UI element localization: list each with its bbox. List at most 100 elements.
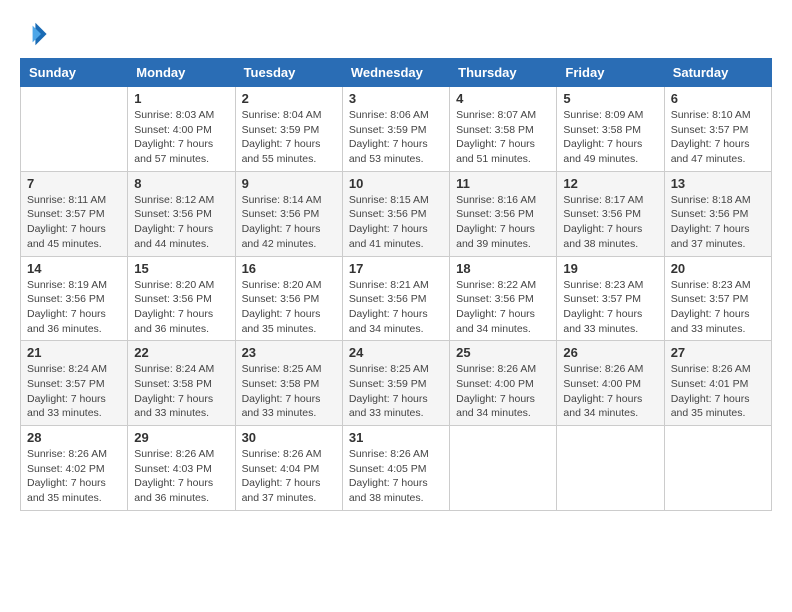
calendar-cell: 7 Sunrise: 8:11 AM Sunset: 3:57 PM Daylig… bbox=[21, 171, 128, 256]
day-header-wednesday: Wednesday bbox=[342, 59, 449, 87]
calendar-cell: 5 Sunrise: 8:09 AM Sunset: 3:58 PM Daylig… bbox=[557, 87, 664, 172]
calendar-week-row: 28 Sunrise: 8:26 AM Sunset: 4:02 PM Dayli… bbox=[21, 426, 772, 511]
day-number: 19 bbox=[563, 261, 657, 276]
page-header bbox=[20, 20, 772, 48]
day-info: Sunrise: 8:14 AM Sunset: 3:56 PM Dayligh… bbox=[242, 193, 336, 252]
day-number: 11 bbox=[456, 176, 550, 191]
day-number: 21 bbox=[27, 345, 121, 360]
calendar-cell: 26 Sunrise: 8:26 AM Sunset: 4:00 PM Dayli… bbox=[557, 341, 664, 426]
day-number: 10 bbox=[349, 176, 443, 191]
calendar-cell bbox=[450, 426, 557, 511]
calendar-week-row: 21 Sunrise: 8:24 AM Sunset: 3:57 PM Dayli… bbox=[21, 341, 772, 426]
day-number: 4 bbox=[456, 91, 550, 106]
calendar-cell: 17 Sunrise: 8:21 AM Sunset: 3:56 PM Dayli… bbox=[342, 256, 449, 341]
calendar-cell: 16Sunrise: 8:20 AM Sunset: 3:56 PM Dayli… bbox=[235, 256, 342, 341]
day-info: Sunrise: 8:07 AM Sunset: 3:58 PM Dayligh… bbox=[456, 108, 550, 167]
calendar-cell: 30 Sunrise: 8:26 AM Sunset: 4:04 PM Dayli… bbox=[235, 426, 342, 511]
calendar-cell: 22 Sunrise: 8:24 AM Sunset: 3:58 PM Dayli… bbox=[128, 341, 235, 426]
calendar-cell: 9Sunrise: 8:14 AM Sunset: 3:56 PM Daylig… bbox=[235, 171, 342, 256]
day-info: Sunrise: 8:20 AM Sunset: 3:56 PM Dayligh… bbox=[242, 278, 336, 337]
day-info: Sunrise: 8:12 AM Sunset: 3:56 PM Dayligh… bbox=[134, 193, 228, 252]
logo bbox=[20, 20, 52, 48]
calendar-cell: 19 Sunrise: 8:23 AM Sunset: 3:57 PM Dayli… bbox=[557, 256, 664, 341]
calendar-cell bbox=[557, 426, 664, 511]
day-info: Sunrise: 8:09 AM Sunset: 3:58 PM Dayligh… bbox=[563, 108, 657, 167]
day-info: Sunrise: 8:26 AM Sunset: 4:04 PM Dayligh… bbox=[242, 447, 336, 506]
day-info: Sunrise: 8:17 AM Sunset: 3:56 PM Dayligh… bbox=[563, 193, 657, 252]
day-info: Sunrise: 8:15 AM Sunset: 3:56 PM Dayligh… bbox=[349, 193, 443, 252]
day-number: 12 bbox=[563, 176, 657, 191]
day-header-saturday: Saturday bbox=[664, 59, 771, 87]
calendar-cell: 20Sunrise: 8:23 AM Sunset: 3:57 PM Dayli… bbox=[664, 256, 771, 341]
calendar-cell: 28 Sunrise: 8:26 AM Sunset: 4:02 PM Dayli… bbox=[21, 426, 128, 511]
logo-icon bbox=[20, 20, 48, 48]
day-number: 17 bbox=[349, 261, 443, 276]
calendar-cell bbox=[21, 87, 128, 172]
day-info: Sunrise: 8:18 AM Sunset: 3:56 PM Dayligh… bbox=[671, 193, 765, 252]
day-info: Sunrise: 8:26 AM Sunset: 4:01 PM Dayligh… bbox=[671, 362, 765, 421]
calendar-cell: 1 Sunrise: 8:03 AM Sunset: 4:00 PM Daylig… bbox=[128, 87, 235, 172]
day-info: Sunrise: 8:26 AM Sunset: 4:02 PM Dayligh… bbox=[27, 447, 121, 506]
calendar-table: SundayMondayTuesdayWednesdayThursdayFrid… bbox=[20, 58, 772, 511]
day-info: Sunrise: 8:25 AM Sunset: 3:58 PM Dayligh… bbox=[242, 362, 336, 421]
day-number: 6 bbox=[671, 91, 765, 106]
day-number: 18 bbox=[456, 261, 550, 276]
day-number: 14 bbox=[27, 261, 121, 276]
day-header-sunday: Sunday bbox=[21, 59, 128, 87]
day-number: 2 bbox=[242, 91, 336, 106]
day-info: Sunrise: 8:06 AM Sunset: 3:59 PM Dayligh… bbox=[349, 108, 443, 167]
calendar-cell: 8 Sunrise: 8:12 AM Sunset: 3:56 PM Daylig… bbox=[128, 171, 235, 256]
day-number: 7 bbox=[27, 176, 121, 191]
day-info: Sunrise: 8:03 AM Sunset: 4:00 PM Dayligh… bbox=[134, 108, 228, 167]
calendar-cell: 15Sunrise: 8:20 AM Sunset: 3:56 PM Dayli… bbox=[128, 256, 235, 341]
day-number: 28 bbox=[27, 430, 121, 445]
day-number: 15 bbox=[134, 261, 228, 276]
day-info: Sunrise: 8:21 AM Sunset: 3:56 PM Dayligh… bbox=[349, 278, 443, 337]
day-number: 31 bbox=[349, 430, 443, 445]
day-number: 1 bbox=[134, 91, 228, 106]
calendar-cell: 4 Sunrise: 8:07 AM Sunset: 3:58 PM Daylig… bbox=[450, 87, 557, 172]
calendar-cell: 13 Sunrise: 8:18 AM Sunset: 3:56 PM Dayli… bbox=[664, 171, 771, 256]
calendar-cell: 12 Sunrise: 8:17 AM Sunset: 3:56 PM Dayli… bbox=[557, 171, 664, 256]
day-header-monday: Monday bbox=[128, 59, 235, 87]
day-number: 30 bbox=[242, 430, 336, 445]
day-number: 22 bbox=[134, 345, 228, 360]
calendar-cell: 23 Sunrise: 8:25 AM Sunset: 3:58 PM Dayli… bbox=[235, 341, 342, 426]
day-header-friday: Friday bbox=[557, 59, 664, 87]
calendar-week-row: 1 Sunrise: 8:03 AM Sunset: 4:00 PM Daylig… bbox=[21, 87, 772, 172]
day-info: Sunrise: 8:04 AM Sunset: 3:59 PM Dayligh… bbox=[242, 108, 336, 167]
calendar-cell: 25Sunrise: 8:26 AM Sunset: 4:00 PM Dayli… bbox=[450, 341, 557, 426]
day-info: Sunrise: 8:22 AM Sunset: 3:56 PM Dayligh… bbox=[456, 278, 550, 337]
day-number: 26 bbox=[563, 345, 657, 360]
calendar-cell: 10 Sunrise: 8:15 AM Sunset: 3:56 PM Dayli… bbox=[342, 171, 449, 256]
day-number: 27 bbox=[671, 345, 765, 360]
calendar-week-row: 7 Sunrise: 8:11 AM Sunset: 3:57 PM Daylig… bbox=[21, 171, 772, 256]
day-number: 24 bbox=[349, 345, 443, 360]
calendar-cell: 24 Sunrise: 8:25 AM Sunset: 3:59 PM Dayli… bbox=[342, 341, 449, 426]
day-info: Sunrise: 8:26 AM Sunset: 4:00 PM Dayligh… bbox=[456, 362, 550, 421]
day-info: Sunrise: 8:11 AM Sunset: 3:57 PM Dayligh… bbox=[27, 193, 121, 252]
day-number: 5 bbox=[563, 91, 657, 106]
day-header-thursday: Thursday bbox=[450, 59, 557, 87]
calendar-cell: 2 Sunrise: 8:04 AM Sunset: 3:59 PM Daylig… bbox=[235, 87, 342, 172]
day-number: 8 bbox=[134, 176, 228, 191]
day-info: Sunrise: 8:24 AM Sunset: 3:58 PM Dayligh… bbox=[134, 362, 228, 421]
calendar-cell: 14Sunrise: 8:19 AM Sunset: 3:56 PM Dayli… bbox=[21, 256, 128, 341]
calendar-cell: 6Sunrise: 8:10 AM Sunset: 3:57 PM Daylig… bbox=[664, 87, 771, 172]
day-info: Sunrise: 8:16 AM Sunset: 3:56 PM Dayligh… bbox=[456, 193, 550, 252]
day-info: Sunrise: 8:26 AM Sunset: 4:00 PM Dayligh… bbox=[563, 362, 657, 421]
calendar-cell bbox=[664, 426, 771, 511]
day-number: 23 bbox=[242, 345, 336, 360]
day-info: Sunrise: 8:23 AM Sunset: 3:57 PM Dayligh… bbox=[671, 278, 765, 337]
day-info: Sunrise: 8:26 AM Sunset: 4:03 PM Dayligh… bbox=[134, 447, 228, 506]
calendar-cell: 27 Sunrise: 8:26 AM Sunset: 4:01 PM Dayli… bbox=[664, 341, 771, 426]
calendar-week-row: 14Sunrise: 8:19 AM Sunset: 3:56 PM Dayli… bbox=[21, 256, 772, 341]
day-info: Sunrise: 8:25 AM Sunset: 3:59 PM Dayligh… bbox=[349, 362, 443, 421]
day-info: Sunrise: 8:23 AM Sunset: 3:57 PM Dayligh… bbox=[563, 278, 657, 337]
day-info: Sunrise: 8:24 AM Sunset: 3:57 PM Dayligh… bbox=[27, 362, 121, 421]
calendar-cell: 3Sunrise: 8:06 AM Sunset: 3:59 PM Daylig… bbox=[342, 87, 449, 172]
day-number: 13 bbox=[671, 176, 765, 191]
calendar-cell: 18 Sunrise: 8:22 AM Sunset: 3:56 PM Dayli… bbox=[450, 256, 557, 341]
day-header-tuesday: Tuesday bbox=[235, 59, 342, 87]
calendar-cell: 29Sunrise: 8:26 AM Sunset: 4:03 PM Dayli… bbox=[128, 426, 235, 511]
